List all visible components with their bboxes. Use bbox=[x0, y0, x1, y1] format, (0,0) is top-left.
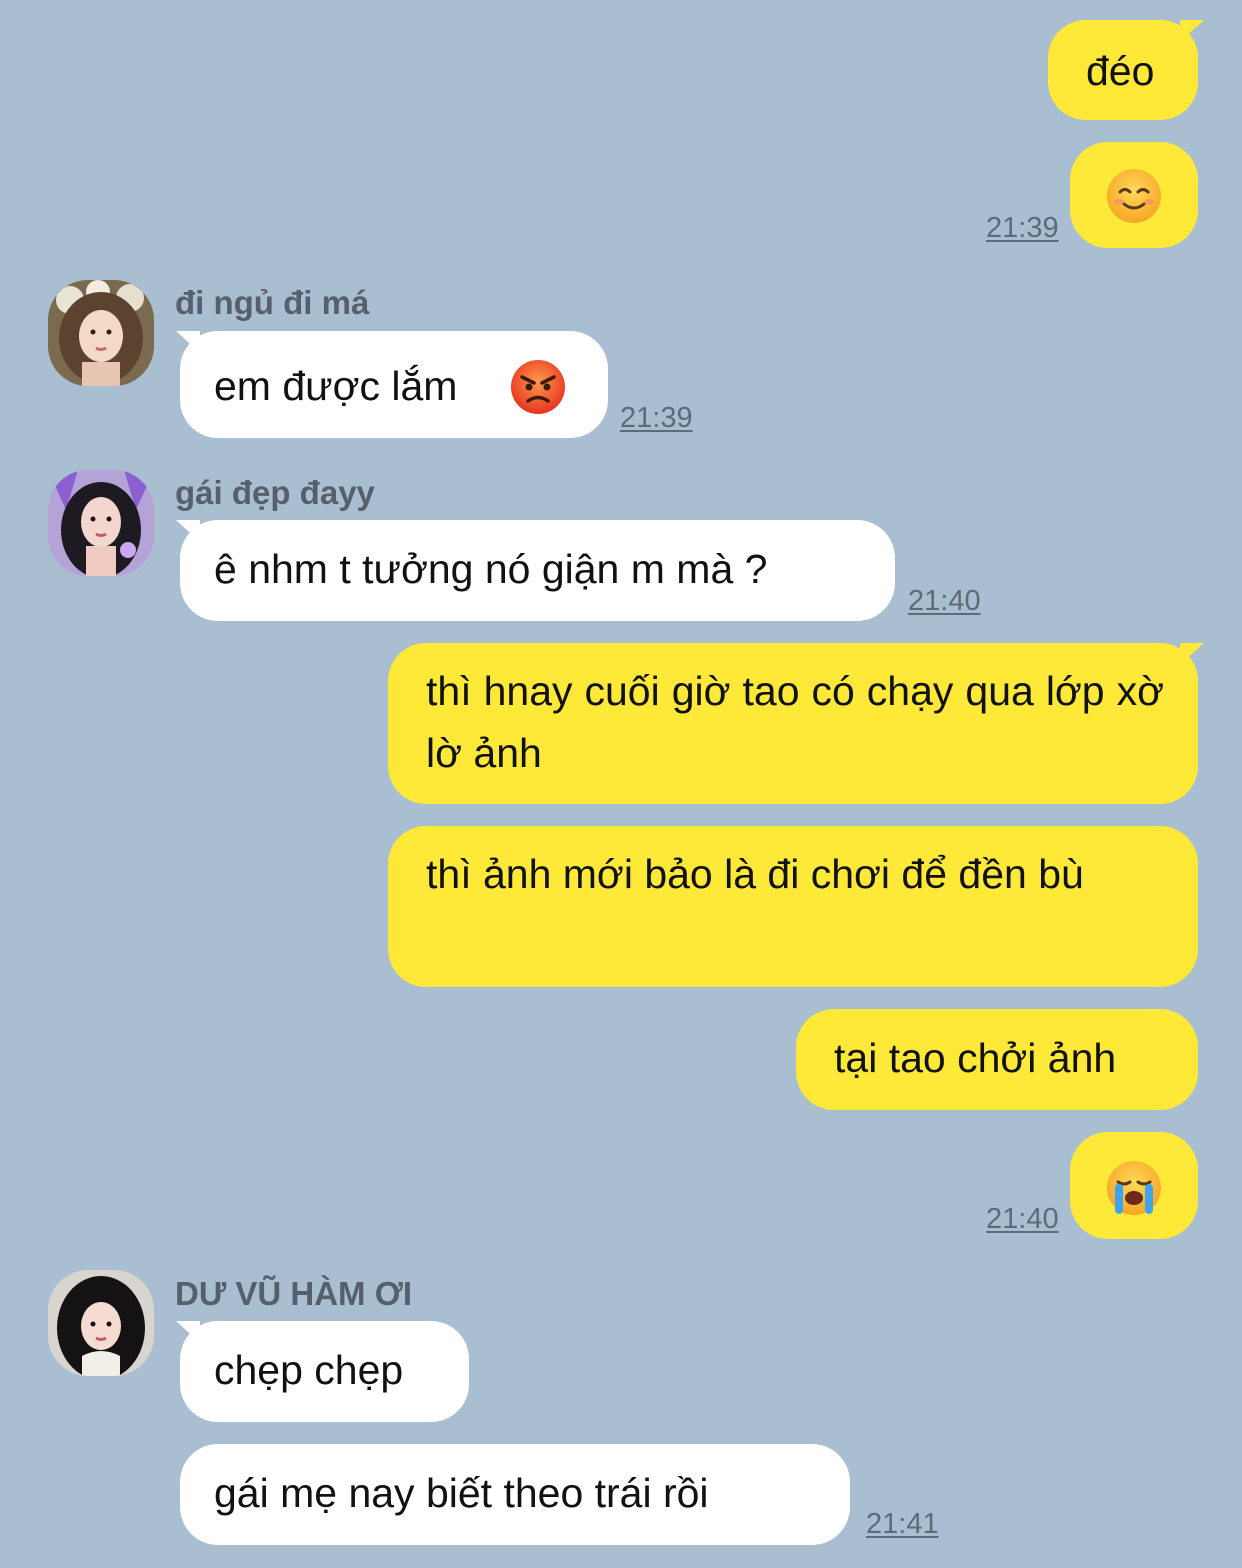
message-text: chẹp chẹp bbox=[214, 1347, 404, 1393]
my-message-bubble[interactable]: đéo bbox=[1048, 20, 1198, 120]
timestamp: 21:40 bbox=[908, 585, 981, 617]
bubble-tail bbox=[1180, 643, 1204, 665]
bubble-tail bbox=[1180, 20, 1204, 42]
message-text: ê nhm t tưởng nó giận m mà ? bbox=[214, 546, 768, 592]
my-emoji-bubble[interactable] bbox=[1070, 142, 1198, 248]
bubble-tail bbox=[176, 331, 200, 353]
avatar[interactable] bbox=[48, 280, 154, 386]
sender-name: đi ngủ đi má bbox=[175, 284, 370, 321]
their-message-bubble[interactable]: chẹp chẹp bbox=[180, 1321, 469, 1422]
their-message-bubble[interactable]: ê nhm t tưởng nó giận m mà ? bbox=[180, 520, 895, 621]
bubble-tail bbox=[176, 520, 200, 542]
my-message-bubble[interactable]: tại tao chởi ảnh bbox=[796, 1009, 1198, 1110]
bubble-tail bbox=[176, 1321, 200, 1343]
message-text: gái mẹ nay biết theo trái rồi bbox=[214, 1470, 709, 1516]
my-message-bubble[interactable]: thì hnay cuối giờ tao có chạy qua lớp xờ… bbox=[388, 643, 1198, 804]
message-text: đéo bbox=[1086, 48, 1155, 94]
message-text: em được lắm bbox=[214, 363, 458, 409]
sender-name: DƯ VŨ HÀM ƠI bbox=[175, 1275, 413, 1312]
angry-face-icon bbox=[511, 360, 565, 414]
their-message-bubble[interactable]: em được lắm bbox=[180, 331, 608, 438]
timestamp: 21:39 bbox=[986, 212, 1059, 244]
avatar-photo bbox=[48, 1270, 154, 1376]
my-message-bubble[interactable]: thì ảnh mới bảo là đi chơi để đền bù bbox=[388, 826, 1198, 987]
avatar[interactable] bbox=[48, 1270, 154, 1376]
message-text: thì ảnh mới bảo là đi chơi để đền bù bbox=[426, 851, 1084, 897]
avatar-photo bbox=[48, 280, 154, 386]
timestamp: 21:41 bbox=[866, 1508, 939, 1540]
loudly-crying-face-icon bbox=[1107, 1161, 1161, 1215]
their-message-bubble[interactable]: gái mẹ nay biết theo trái rồi bbox=[180, 1444, 850, 1545]
smiling-face-icon bbox=[1107, 169, 1161, 223]
avatar[interactable] bbox=[48, 470, 154, 576]
timestamp: 21:40 bbox=[986, 1203, 1059, 1235]
message-text: tại tao chởi ảnh bbox=[834, 1035, 1117, 1081]
my-emoji-bubble[interactable] bbox=[1070, 1132, 1198, 1239]
avatar-photo bbox=[48, 470, 154, 576]
timestamp: 21:39 bbox=[620, 402, 693, 434]
sender-name: gái đẹp đayy bbox=[175, 474, 375, 511]
message-text: thì hnay cuối giờ tao có chạy qua lớp xờ… bbox=[426, 668, 1164, 776]
